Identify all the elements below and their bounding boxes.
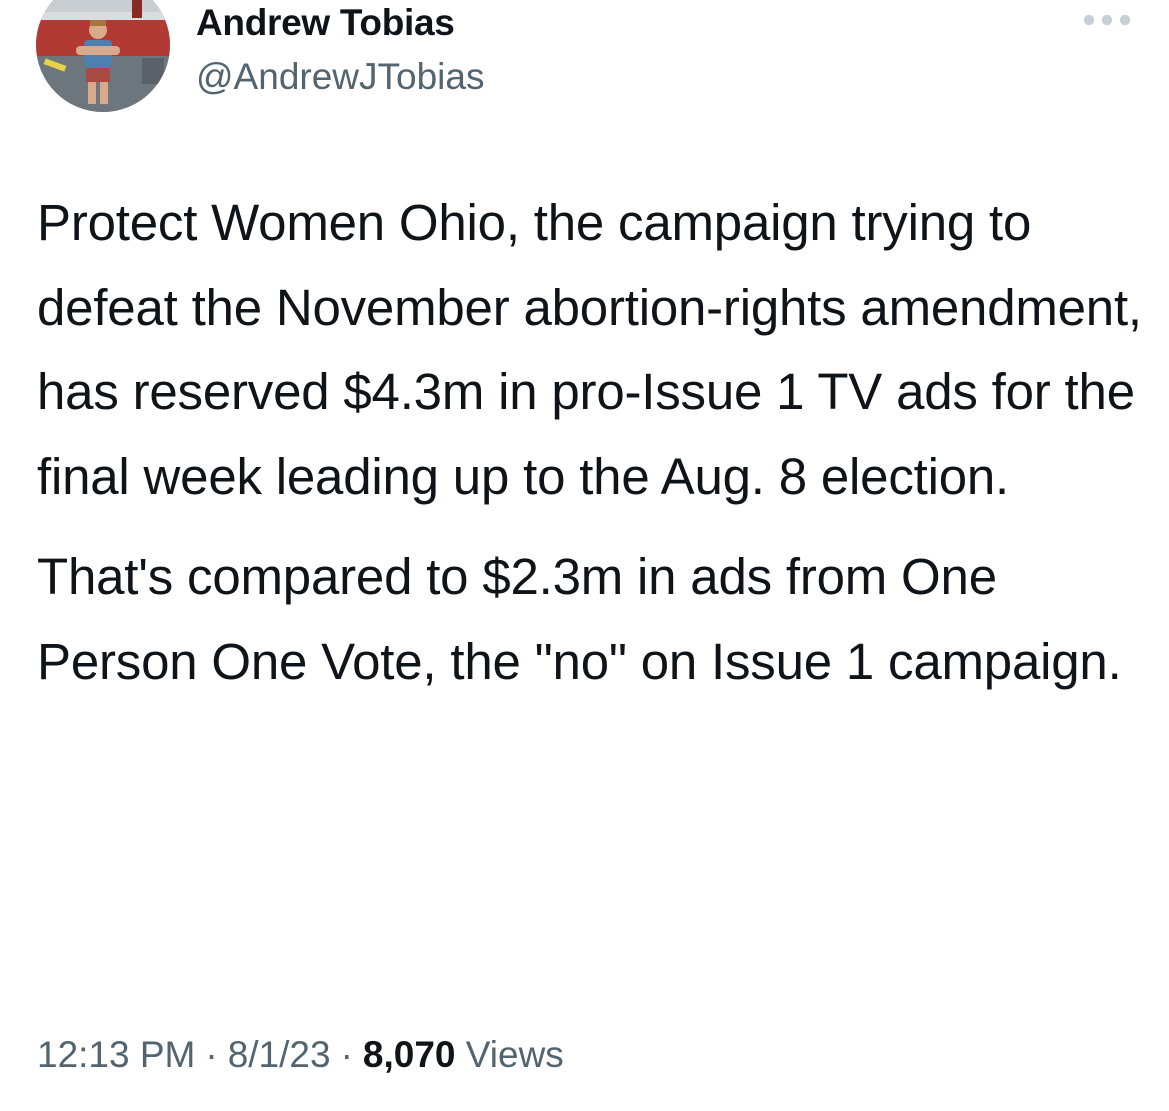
tweet: Andrew Tobias @AndrewJTobias Protect Wom…	[0, 0, 1169, 1111]
meta-separator: ·	[205, 1034, 218, 1075]
tweet-paragraph: Protect Women Ohio, the campaign trying …	[37, 194, 1142, 505]
author-handle[interactable]: @AndrewJTobias	[196, 56, 484, 98]
author-display-name[interactable]: Andrew Tobias	[196, 2, 455, 44]
tweet-text: Protect Women Ohio, the campaign trying …	[37, 181, 1147, 704]
tweet-date[interactable]: 8/1/23	[228, 1034, 331, 1075]
tweet-time[interactable]: 12:13 PM	[37, 1034, 195, 1075]
views-label: Views	[465, 1034, 564, 1075]
views-count: 8,070	[362, 1034, 456, 1075]
tweet-paragraph: That's compared to $2.3m in ads from One…	[37, 548, 1122, 690]
meta-separator: ·	[340, 1034, 353, 1075]
more-horizontal-icon	[1083, 14, 1131, 26]
avatar-photo	[36, 0, 170, 112]
tweet-meta: 12:13 PM · 8/1/23 · 8,070 Views	[37, 1034, 564, 1076]
avatar[interactable]	[36, 0, 170, 112]
more-options-button[interactable]	[1080, 8, 1134, 32]
